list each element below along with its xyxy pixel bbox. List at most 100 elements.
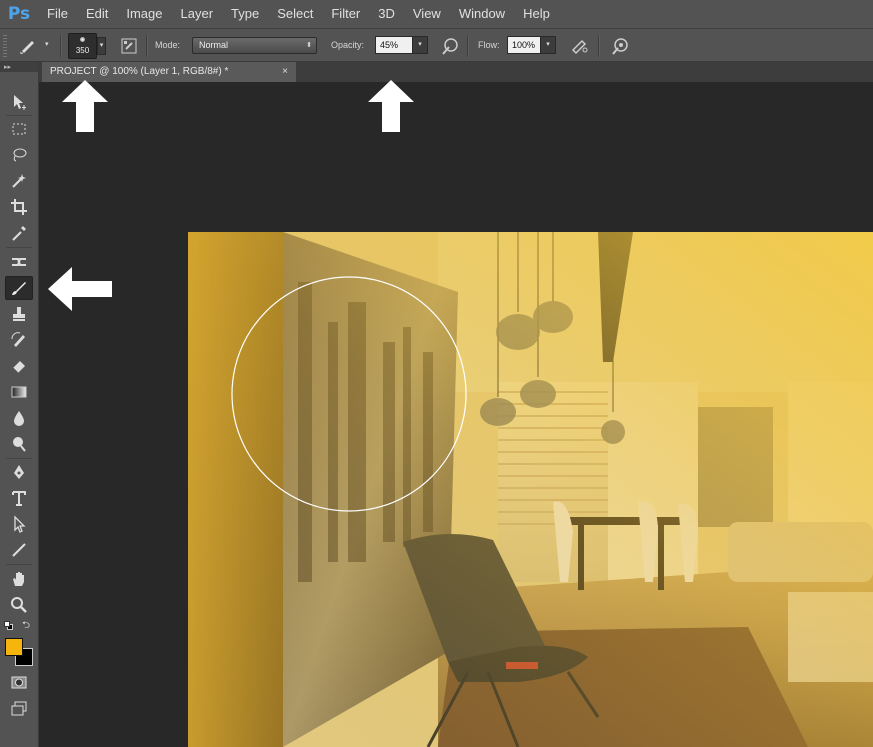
pressure-opacity-button[interactable]	[440, 36, 460, 56]
blur-icon	[14, 411, 24, 426]
arrow-left-icon	[48, 267, 112, 311]
screen-mode-icon	[11, 701, 27, 716]
arrow-up-icon	[62, 80, 108, 132]
brush-icon	[12, 282, 26, 295]
healing-icon	[12, 258, 26, 266]
workspace	[39, 82, 873, 747]
brush-size-dropdown[interactable]: ▾	[97, 37, 106, 55]
history-brush-tool[interactable]	[5, 328, 33, 352]
history-brush-icon	[11, 332, 25, 347]
stamp-icon	[13, 307, 25, 321]
default-colors-icon[interactable]	[4, 621, 13, 630]
options-bar-grip[interactable]	[3, 35, 7, 57]
line-icon	[12, 543, 26, 557]
quick-mask-button[interactable]	[5, 670, 33, 694]
menu-layer[interactable]: Layer	[172, 0, 223, 28]
airbrush-button[interactable]	[570, 36, 590, 56]
magic-wand-icon	[12, 174, 26, 188]
opacity-dropdown[interactable]: ▾	[412, 36, 428, 54]
options-bar: ▾ 350 ▾ Mode: Normal ⬍ Opacity: 45% ▾ Fl…	[0, 28, 873, 62]
path-select-icon	[14, 515, 26, 533]
preset-dropdown-arrow[interactable]: ▾	[45, 40, 49, 48]
brush-panel-toggle[interactable]	[119, 36, 139, 56]
eyedropper-icon	[12, 226, 26, 241]
line-tool[interactable]	[5, 538, 33, 562]
lasso-tool[interactable]	[5, 143, 33, 167]
eyedropper-tool[interactable]	[5, 221, 33, 245]
tools-panel-header[interactable]: ▸▸	[0, 62, 38, 72]
close-icon[interactable]: ×	[282, 62, 288, 82]
marquee-icon	[12, 123, 26, 135]
healing-tool[interactable]	[5, 250, 33, 274]
menu-image[interactable]: Image	[117, 0, 171, 28]
opacity-field[interactable]: 45%	[375, 36, 413, 54]
lasso-icon	[13, 148, 27, 162]
flow-dropdown[interactable]: ▾	[540, 36, 556, 54]
menu-bar: Ps File Edit Image Layer Type Select Fil…	[0, 0, 873, 28]
screen-mode-button[interactable]	[5, 696, 33, 720]
swap-colors-icon[interactable]: ⮌	[22, 618, 30, 635]
interior-photo	[188, 232, 873, 747]
menu-help[interactable]: Help	[514, 0, 559, 28]
zoom-icon	[11, 597, 27, 613]
brush-tip-icon	[80, 37, 85, 42]
airbrush-icon	[571, 39, 588, 55]
photoshop-logo: Ps	[7, 4, 31, 24]
brush-size-value: 350	[75, 46, 90, 55]
quick-mask-icon	[11, 676, 27, 689]
brush-panel-icon	[121, 38, 137, 54]
pressure-size-icon	[612, 38, 628, 55]
menu-window[interactable]: Window	[450, 0, 514, 28]
arrow-up-icon	[368, 80, 414, 132]
menu-select[interactable]: Select	[268, 0, 322, 28]
path-select-tool[interactable]	[5, 512, 33, 536]
tools-panel: ▸▸ ⮌	[0, 62, 39, 747]
brush-preset-icon	[20, 41, 34, 54]
dodge-icon	[13, 437, 26, 452]
document-tab[interactable]: PROJECT @ 100% (Layer 1, RGB/8#) * ×	[42, 62, 296, 82]
marquee-tool[interactable]	[5, 117, 33, 141]
menu-view[interactable]: View	[404, 0, 450, 28]
flow-field[interactable]: 100%	[507, 36, 541, 54]
tool-preset-picker[interactable]	[18, 35, 38, 55]
hand-tool[interactable]	[5, 567, 33, 591]
zoom-tool[interactable]	[5, 593, 33, 617]
dodge-tool[interactable]	[5, 432, 33, 456]
blend-mode-value: Normal	[199, 40, 229, 50]
magic-wand-tool[interactable]	[5, 169, 33, 193]
menu-3d[interactable]: 3D	[369, 0, 404, 28]
type-icon	[12, 491, 26, 506]
opacity-label: Opacity:	[331, 40, 365, 50]
pressure-size-button[interactable]	[610, 36, 630, 56]
document-tab-title: PROJECT @ 100% (Layer 1, RGB/8#) *	[50, 66, 229, 77]
pressure-opacity-icon	[442, 38, 458, 55]
document-canvas[interactable]	[188, 232, 873, 747]
menu-type[interactable]: Type	[222, 0, 268, 28]
stamp-tool[interactable]	[5, 302, 33, 326]
move-tool[interactable]	[5, 90, 33, 114]
pen-icon	[14, 465, 24, 479]
crop-icon	[11, 199, 27, 215]
eraser-icon	[12, 361, 25, 374]
move-icon	[14, 95, 26, 110]
blur-tool[interactable]	[5, 406, 33, 430]
menu-edit[interactable]: Edit	[77, 0, 117, 28]
gradient-tool[interactable]	[5, 380, 33, 404]
type-tool[interactable]	[5, 486, 33, 510]
menu-file[interactable]: File	[38, 0, 77, 28]
photoshop-window: Ps File Edit Image Layer Type Select Fil…	[0, 0, 873, 747]
brush-tool[interactable]	[5, 276, 33, 300]
eraser-tool[interactable]	[5, 354, 33, 378]
pen-tool[interactable]	[5, 460, 33, 484]
menu-filter[interactable]: Filter	[322, 0, 369, 28]
document-tab-bar: PROJECT @ 100% (Layer 1, RGB/8#) * ×	[39, 62, 873, 82]
blend-mode-select[interactable]: Normal ⬍	[192, 37, 317, 54]
brush-size-picker[interactable]: 350	[68, 33, 97, 59]
chevron-updown-icon: ⬍	[306, 42, 312, 49]
mode-label: Mode:	[155, 40, 181, 50]
gradient-icon	[11, 386, 27, 398]
hand-icon	[13, 572, 24, 586]
crop-tool[interactable]	[5, 195, 33, 219]
flow-label: Flow:	[478, 40, 500, 50]
foreground-color-swatch[interactable]	[5, 638, 23, 656]
